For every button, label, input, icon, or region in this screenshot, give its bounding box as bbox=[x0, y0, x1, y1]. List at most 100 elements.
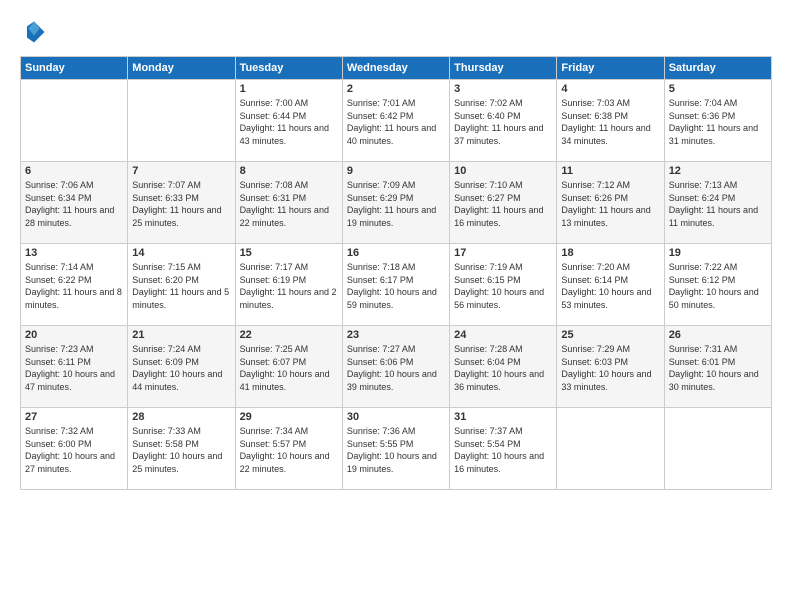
day-info: Sunrise: 7:01 AM Sunset: 6:42 PM Dayligh… bbox=[347, 97, 445, 147]
header bbox=[20, 18, 772, 46]
day-cell: 3 Sunrise: 7:02 AM Sunset: 6:40 PM Daylig… bbox=[450, 80, 557, 162]
day-cell: 30 Sunrise: 7:36 AM Sunset: 5:55 PM Dayli… bbox=[342, 408, 449, 490]
day-cell: 4 Sunrise: 7:03 AM Sunset: 6:38 PM Daylig… bbox=[557, 80, 664, 162]
day-number: 25 bbox=[561, 329, 659, 341]
day-info: Sunrise: 7:13 AM Sunset: 6:24 PM Dayligh… bbox=[669, 179, 767, 229]
day-cell: 2 Sunrise: 7:01 AM Sunset: 6:42 PM Daylig… bbox=[342, 80, 449, 162]
weekday-header-monday: Monday bbox=[128, 57, 235, 80]
week-row-3: 13Sunrise: 7:14 AM Sunset: 6:22 PM Dayli… bbox=[21, 244, 772, 326]
day-number: 16 bbox=[347, 247, 445, 259]
day-cell: 12 Sunrise: 7:13 AM Sunset: 6:24 PM Dayli… bbox=[664, 162, 771, 244]
day-cell: 22 Sunrise: 7:25 AM Sunset: 6:07 PM Dayli… bbox=[235, 326, 342, 408]
logo bbox=[20, 18, 50, 46]
weekday-header-wednesday: Wednesday bbox=[342, 57, 449, 80]
day-info: Sunrise: 7:07 AM Sunset: 6:33 PM Dayligh… bbox=[132, 179, 230, 229]
day-info: Sunrise: 7:33 AM Sunset: 5:58 PM Dayligh… bbox=[132, 425, 230, 475]
day-cell: 17 Sunrise: 7:19 AM Sunset: 6:15 PM Dayli… bbox=[450, 244, 557, 326]
day-info: Sunrise: 7:29 AM Sunset: 6:03 PM Dayligh… bbox=[561, 343, 659, 393]
day-info: Sunrise: 7:02 AM Sunset: 6:40 PM Dayligh… bbox=[454, 97, 552, 147]
day-cell: 10 Sunrise: 7:10 AM Sunset: 6:27 PM Dayli… bbox=[450, 162, 557, 244]
day-number: 27 bbox=[25, 411, 123, 423]
day-number: 10 bbox=[454, 165, 552, 177]
day-number: 20 bbox=[25, 329, 123, 341]
day-info: Sunrise: 7:00 AM Sunset: 6:44 PM Dayligh… bbox=[240, 97, 338, 147]
day-number: 22 bbox=[240, 329, 338, 341]
day-number: 31 bbox=[454, 411, 552, 423]
day-number: 26 bbox=[669, 329, 767, 341]
day-cell bbox=[557, 408, 664, 490]
calendar-table: SundayMondayTuesdayWednesdayThursdayFrid… bbox=[20, 56, 772, 490]
day-info: Sunrise: 7:27 AM Sunset: 6:06 PM Dayligh… bbox=[347, 343, 445, 393]
day-number: 17 bbox=[454, 247, 552, 259]
week-row-5: 27 Sunrise: 7:32 AM Sunset: 6:00 PM Dayli… bbox=[21, 408, 772, 490]
day-number: 2 bbox=[347, 83, 445, 95]
day-number: 28 bbox=[132, 411, 230, 423]
day-info: Sunrise: 7:06 AM Sunset: 6:34 PM Dayligh… bbox=[25, 179, 123, 229]
day-cell: 9Sunrise: 7:09 AM Sunset: 6:29 PM Daylig… bbox=[342, 162, 449, 244]
day-cell: 5 Sunrise: 7:04 AM Sunset: 6:36 PM Daylig… bbox=[664, 80, 771, 162]
day-number: 13 bbox=[25, 247, 123, 259]
day-number: 1 bbox=[240, 83, 338, 95]
day-info: Sunrise: 7:20 AM Sunset: 6:14 PM Dayligh… bbox=[561, 261, 659, 311]
day-info: Sunrise: 7:03 AM Sunset: 6:38 PM Dayligh… bbox=[561, 97, 659, 147]
week-row-2: 6 Sunrise: 7:06 AM Sunset: 6:34 PM Daylig… bbox=[21, 162, 772, 244]
day-cell: 18Sunrise: 7:20 AM Sunset: 6:14 PM Dayli… bbox=[557, 244, 664, 326]
day-cell: 28 Sunrise: 7:33 AM Sunset: 5:58 PM Dayli… bbox=[128, 408, 235, 490]
day-number: 29 bbox=[240, 411, 338, 423]
day-cell bbox=[128, 80, 235, 162]
day-info: Sunrise: 7:22 AM Sunset: 6:12 PM Dayligh… bbox=[669, 261, 767, 311]
day-number: 3 bbox=[454, 83, 552, 95]
logo-icon bbox=[20, 18, 48, 46]
day-number: 6 bbox=[25, 165, 123, 177]
day-cell: 15 Sunrise: 7:17 AM Sunset: 6:19 PM Dayli… bbox=[235, 244, 342, 326]
day-info: Sunrise: 7:23 AM Sunset: 6:11 PM Dayligh… bbox=[25, 343, 123, 393]
day-cell: 11Sunrise: 7:12 AM Sunset: 6:26 PM Dayli… bbox=[557, 162, 664, 244]
day-cell: 7 Sunrise: 7:07 AM Sunset: 6:33 PM Daylig… bbox=[128, 162, 235, 244]
day-info: Sunrise: 7:12 AM Sunset: 6:26 PM Dayligh… bbox=[561, 179, 659, 229]
day-info: Sunrise: 7:09 AM Sunset: 6:29 PM Dayligh… bbox=[347, 179, 445, 229]
day-info: Sunrise: 7:36 AM Sunset: 5:55 PM Dayligh… bbox=[347, 425, 445, 475]
day-cell: 29Sunrise: 7:34 AM Sunset: 5:57 PM Dayli… bbox=[235, 408, 342, 490]
day-cell: 21Sunrise: 7:24 AM Sunset: 6:09 PM Dayli… bbox=[128, 326, 235, 408]
day-cell: 16 Sunrise: 7:18 AM Sunset: 6:17 PM Dayli… bbox=[342, 244, 449, 326]
day-cell: 27 Sunrise: 7:32 AM Sunset: 6:00 PM Dayli… bbox=[21, 408, 128, 490]
day-number: 15 bbox=[240, 247, 338, 259]
day-number: 12 bbox=[669, 165, 767, 177]
day-number: 24 bbox=[454, 329, 552, 341]
day-number: 19 bbox=[669, 247, 767, 259]
day-cell: 25 Sunrise: 7:29 AM Sunset: 6:03 PM Dayli… bbox=[557, 326, 664, 408]
day-info: Sunrise: 7:18 AM Sunset: 6:17 PM Dayligh… bbox=[347, 261, 445, 311]
day-info: Sunrise: 7:37 AM Sunset: 5:54 PM Dayligh… bbox=[454, 425, 552, 475]
day-number: 30 bbox=[347, 411, 445, 423]
day-info: Sunrise: 7:32 AM Sunset: 6:00 PM Dayligh… bbox=[25, 425, 123, 475]
weekday-header-row: SundayMondayTuesdayWednesdayThursdayFrid… bbox=[21, 57, 772, 80]
day-info: Sunrise: 7:28 AM Sunset: 6:04 PM Dayligh… bbox=[454, 343, 552, 393]
day-cell: 24 Sunrise: 7:28 AM Sunset: 6:04 PM Dayli… bbox=[450, 326, 557, 408]
day-info: Sunrise: 7:04 AM Sunset: 6:36 PM Dayligh… bbox=[669, 97, 767, 147]
day-cell: 31 Sunrise: 7:37 AM Sunset: 5:54 PM Dayli… bbox=[450, 408, 557, 490]
day-info: Sunrise: 7:10 AM Sunset: 6:27 PM Dayligh… bbox=[454, 179, 552, 229]
weekday-header-thursday: Thursday bbox=[450, 57, 557, 80]
day-cell: 26 Sunrise: 7:31 AM Sunset: 6:01 PM Dayli… bbox=[664, 326, 771, 408]
day-cell bbox=[664, 408, 771, 490]
day-number: 4 bbox=[561, 83, 659, 95]
day-info: Sunrise: 7:08 AM Sunset: 6:31 PM Dayligh… bbox=[240, 179, 338, 229]
day-info: Sunrise: 7:31 AM Sunset: 6:01 PM Dayligh… bbox=[669, 343, 767, 393]
day-number: 14 bbox=[132, 247, 230, 259]
day-cell bbox=[21, 80, 128, 162]
day-cell: 1 Sunrise: 7:00 AM Sunset: 6:44 PM Daylig… bbox=[235, 80, 342, 162]
weekday-header-friday: Friday bbox=[557, 57, 664, 80]
day-info: Sunrise: 7:19 AM Sunset: 6:15 PM Dayligh… bbox=[454, 261, 552, 311]
day-number: 7 bbox=[132, 165, 230, 177]
day-cell: 14 Sunrise: 7:15 AM Sunset: 6:20 PM Dayli… bbox=[128, 244, 235, 326]
day-info: Sunrise: 7:15 AM Sunset: 6:20 PM Dayligh… bbox=[132, 261, 230, 311]
page: SundayMondayTuesdayWednesdayThursdayFrid… bbox=[0, 0, 792, 500]
weekday-header-sunday: Sunday bbox=[21, 57, 128, 80]
day-number: 5 bbox=[669, 83, 767, 95]
day-info: Sunrise: 7:25 AM Sunset: 6:07 PM Dayligh… bbox=[240, 343, 338, 393]
day-cell: 8 Sunrise: 7:08 AM Sunset: 6:31 PM Daylig… bbox=[235, 162, 342, 244]
day-number: 8 bbox=[240, 165, 338, 177]
day-info: Sunrise: 7:17 AM Sunset: 6:19 PM Dayligh… bbox=[240, 261, 338, 311]
day-info: Sunrise: 7:24 AM Sunset: 6:09 PM Dayligh… bbox=[132, 343, 230, 393]
day-cell: 23Sunrise: 7:27 AM Sunset: 6:06 PM Dayli… bbox=[342, 326, 449, 408]
